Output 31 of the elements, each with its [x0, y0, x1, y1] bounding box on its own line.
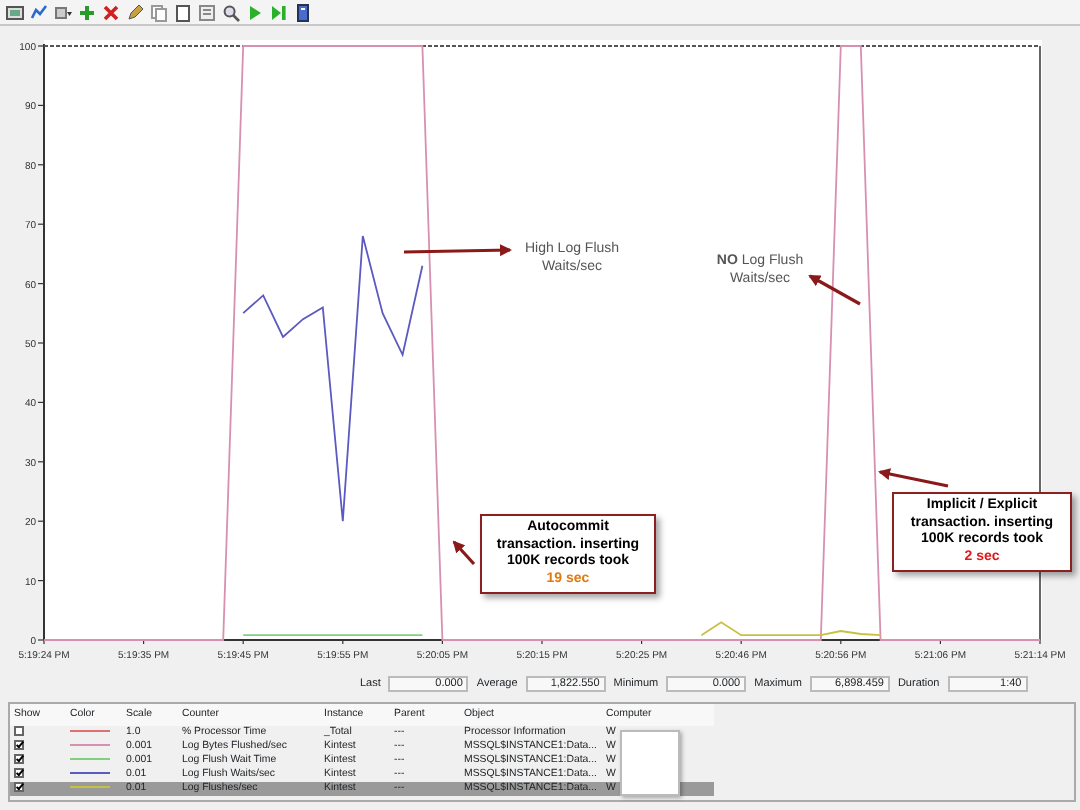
checkbox[interactable]: [14, 726, 24, 737]
checkbox[interactable]: [14, 740, 24, 751]
delete-button[interactable]: [102, 3, 120, 21]
copy-button[interactable]: [150, 3, 168, 21]
checkbox[interactable]: [14, 754, 24, 765]
properties-button[interactable]: [198, 3, 216, 21]
redaction-box: [620, 730, 680, 796]
search-icon: [222, 3, 240, 21]
view-button[interactable]: [6, 3, 24, 21]
step-button[interactable]: [270, 3, 288, 21]
dropdown-button[interactable]: [54, 3, 72, 21]
paste-button[interactable]: [174, 3, 192, 21]
chart-icon: [30, 3, 48, 21]
pencil-icon: [126, 3, 144, 21]
step-icon: [270, 3, 288, 21]
chart-button[interactable]: [30, 3, 48, 21]
arrow: [452, 540, 476, 566]
view-icon: [6, 3, 24, 21]
checkbox[interactable]: [14, 768, 24, 779]
checkbox[interactable]: [14, 782, 24, 793]
pencil-button[interactable]: [126, 3, 144, 21]
arrow: [808, 274, 861, 306]
delete-icon: [102, 3, 120, 21]
plus-button[interactable]: [78, 3, 96, 21]
arrow: [403, 244, 512, 257]
play-button[interactable]: [246, 3, 264, 21]
help-button[interactable]: [294, 3, 312, 21]
search-button[interactable]: [222, 3, 240, 21]
plus-icon: [78, 3, 96, 21]
arrow: [878, 468, 949, 488]
play-icon: [246, 3, 264, 21]
